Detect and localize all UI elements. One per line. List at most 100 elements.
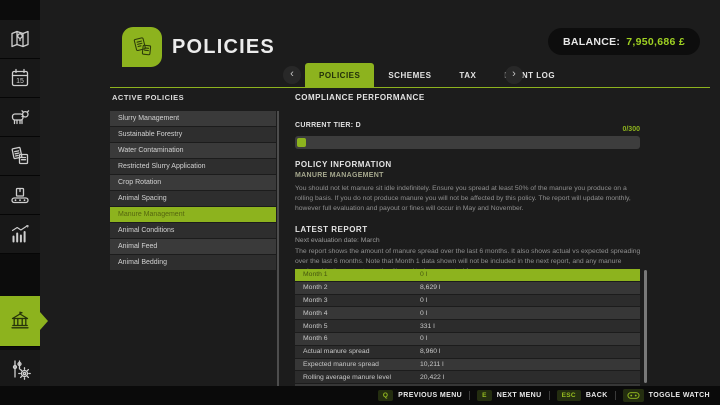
documents-icon [11,146,29,165]
key-q-badge: Q [377,390,394,401]
row-label: Rolling average manure level [303,373,392,381]
list-item[interactable]: Animal Feed [110,239,276,254]
chevron-right-icon: › [512,68,516,80]
tab-event-log[interactable]: EVENT LOG [490,63,569,88]
compliance-header: COMPLIANCE PERFORMANCE [295,93,425,102]
balance-display: BALANCE: 7,950,686 £ [547,28,700,55]
map-icon [11,30,29,48]
svg-text:15: 15 [16,78,24,85]
sidebar-item-finances[interactable] [0,296,48,347]
report-table-scrollbar[interactable] [644,270,647,383]
policies-app-icon [122,27,162,67]
sidebar-item-production[interactable] [0,176,40,215]
table-row[interactable]: Month 3 0 l [295,294,640,307]
hint-label: PREVIOUS MENU [398,392,463,399]
table-row[interactable]: Month 1 0 l [295,269,640,281]
policy-info-header: POLICY INFORMATION [295,160,392,169]
chevron-left-icon: ‹ [290,68,294,80]
bank-icon [11,311,29,329]
row-value: 0 l [420,335,428,343]
table-row[interactable]: Rolling average manure level 20,422 l [295,371,640,384]
row-label: Month 5 [303,322,328,330]
list-item[interactable]: Animal Bedding [110,255,276,270]
divider [614,391,616,400]
table-row[interactable]: Month 6 0 l [295,332,640,345]
table-row[interactable]: Month 5 331 l [295,320,640,332]
row-value: 8,960 l [420,348,441,356]
tabs-next-arrow[interactable]: › [505,66,523,84]
policies-screen: 15 POLICIES BALANCE: 7,950,686 £ ‹ POLIC… [0,0,720,405]
cow-icon [11,110,30,125]
row-value: 10,211 l [420,360,444,368]
sidebar: 15 [0,0,48,405]
hint-label: TOGGLE WATCH [648,392,710,399]
list-item[interactable]: Crop Rotation [110,175,276,190]
list-item[interactable]: Sustainable Forestry [110,127,276,142]
row-label: Month 4 [303,309,328,317]
report-table: Month 1 0 l Month 2 8,629 l Month 3 0 l Mon… [295,269,640,388]
footer-bar: Q PREVIOUS MENU E NEXT MENU ESC BACK TOG… [0,386,720,405]
sliders-gear-icon [12,360,31,380]
list-item[interactable]: Water Contamination [110,143,276,158]
row-value: 0 l [420,296,428,304]
row-label: Month 1 [303,271,328,279]
tab-tax[interactable]: TAX [445,63,490,88]
evaluation-date: Next evaluation date: March [295,237,380,244]
calendar-icon: 15 [11,68,29,87]
table-row[interactable]: Actual manure spread 8,960 l [295,345,640,358]
tier-progress-fill [297,138,306,147]
hint-label: BACK [585,392,608,399]
tabs-prev-arrow[interactable]: ‹ [283,66,301,84]
tab-schemes[interactable]: SCHEMES [374,63,445,88]
row-label: Month 2 [303,284,328,292]
divider [469,391,471,400]
list-item[interactable]: Restricted Slurry Application [110,159,276,174]
active-policies-list: Slurry Management Sustainable Forestry W… [110,111,276,271]
gamepad-icon [622,389,644,402]
row-label: Actual manure spread [303,348,370,356]
table-row[interactable]: Month 4 0 l [295,307,640,320]
tab-bar: POLICIES SCHEMES TAX EVENT LOG [305,63,569,88]
latest-report-header: LATEST REPORT [295,225,368,234]
page-title: POLICIES [172,36,275,58]
key-esc-badge: ESC [556,390,581,401]
sidebar-item-contracts[interactable] [0,137,40,176]
list-item-selected[interactable]: Manure Management [110,207,276,222]
row-value: 20,422 l [420,373,445,381]
sidebar-item-statistics[interactable] [0,215,40,254]
row-value: 0 l [420,271,428,279]
tab-policies[interactable]: POLICIES [305,63,375,88]
compliance-score: 0/300 [622,126,640,133]
list-item[interactable]: Animal Spacing [110,191,276,206]
list-item[interactable]: Animal Conditions [110,223,276,238]
sidebar-item-animals[interactable] [0,98,40,137]
tier-progress-bar [295,136,640,149]
table-row[interactable]: Expected manure spread 10,211 l [295,358,640,371]
table-row[interactable]: Month 2 8,629 l [295,281,640,294]
row-value: 331 l [420,322,435,330]
balance-value: 7,950,686 £ [626,35,685,48]
row-label: Month 3 [303,296,328,304]
key-e-badge: E [477,390,492,401]
balance-label: BALANCE: [562,35,621,48]
sidebar-item-settings[interactable] [0,350,40,389]
sidebar-item-map[interactable] [0,20,40,59]
next-menu-hint[interactable]: E NEXT MENU [477,390,541,401]
row-value: 8,629 l [420,284,441,292]
row-label: Month 6 [303,335,328,343]
previous-menu-hint[interactable]: Q PREVIOUS MENU [377,390,463,401]
hint-label: NEXT MENU [496,392,542,399]
row-value: 0 l [420,309,428,317]
back-hint[interactable]: ESC BACK [556,390,608,401]
policies-list-scrollbar[interactable] [277,111,279,388]
policy-description: You should not let manure sit idle indef… [295,185,631,212]
row-label: Expected manure spread [303,360,379,368]
toggle-watch-hint[interactable]: TOGGLE WATCH [622,389,710,402]
divider [548,391,550,400]
production-line-icon [11,187,29,204]
sidebar-item-calendar[interactable]: 15 [0,59,40,98]
bar-chart-icon [11,224,29,243]
documents-icon [133,37,152,56]
list-item[interactable]: Slurry Management [110,111,276,126]
policy-name-subheader: MANURE MANAGEMENT [295,172,384,179]
